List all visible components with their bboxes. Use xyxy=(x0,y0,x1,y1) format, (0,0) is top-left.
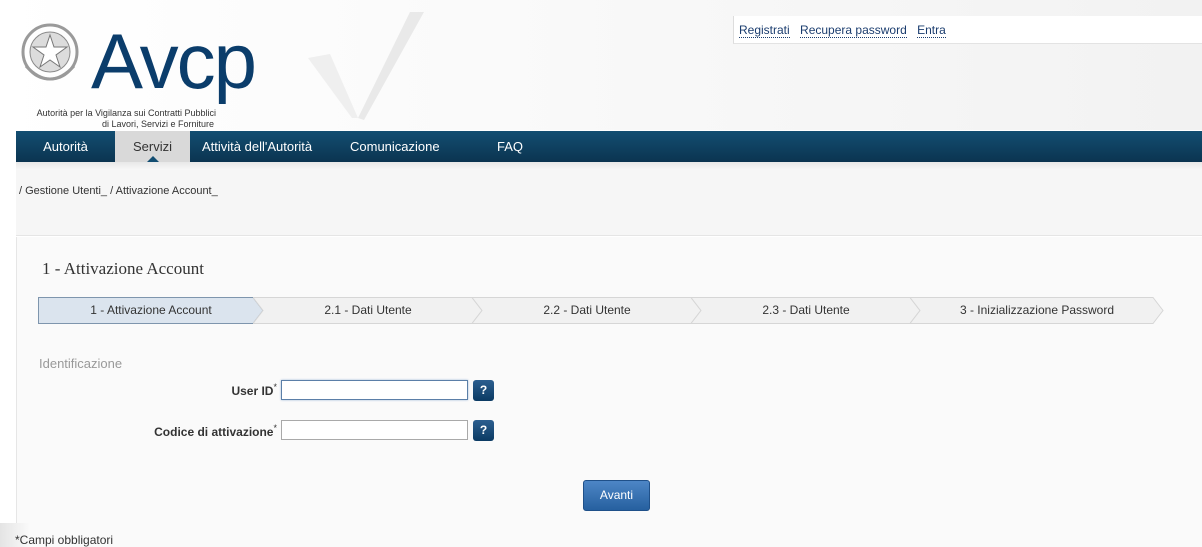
nav-item-attivita[interactable]: Attività dell'Autorità xyxy=(202,131,332,162)
nav-item-faq[interactable]: FAQ xyxy=(497,131,537,162)
user-id-input[interactable] xyxy=(281,380,468,400)
wizard-step-5-label: 3 - Inizializzazione Password xyxy=(959,303,1115,317)
nav-shadow xyxy=(16,162,1202,170)
user-id-help-button[interactable]: ? xyxy=(473,380,494,401)
account-links: Registrati Recupera password Entra xyxy=(733,16,1202,44)
section-title: Identificazione xyxy=(39,356,123,371)
brand-name: Avcp xyxy=(91,17,257,105)
wizard-step-3[interactable]: 2.2 - Dati Utente xyxy=(472,297,702,324)
nav-item-autorita[interactable]: Autorità xyxy=(16,131,115,162)
next-button[interactable]: Avanti xyxy=(583,480,650,511)
register-link[interactable]: Registrati xyxy=(739,23,790,38)
checkmark-watermark-icon xyxy=(308,12,424,120)
wizard-steps: 1 - Attivazione Account 2.1 - Dati Utent… xyxy=(38,297,1164,324)
site-logo[interactable]: Avcp Autorità per la Vigilanza sui Contr… xyxy=(6,17,257,130)
tagline-line-2: di Lavori, Servizi e Forniture xyxy=(101,119,214,129)
wizard-step-3-label: 2.2 - Dati Utente xyxy=(543,303,631,317)
italian-emblem-icon xyxy=(21,23,79,81)
nav-item-comunicazione[interactable]: Comunicazione xyxy=(350,131,470,162)
wizard-step-4-label: 2.3 - Dati Utente xyxy=(762,303,850,317)
wizard-step-2-label: 2.1 - Dati Utente xyxy=(324,303,412,317)
nav-item-servizi[interactable]: Servizi xyxy=(115,131,190,162)
breadcrumb-area xyxy=(16,170,1202,236)
brand-tagline: Autorità per la Vigilanza sui Contratti … xyxy=(6,108,216,130)
main-nav: Autorità Servizi Attività dell'Autorità … xyxy=(16,131,1202,162)
recover-password-link[interactable]: Recupera password xyxy=(800,23,907,38)
activation-code-input[interactable] xyxy=(281,420,468,440)
required-fields-note: *Campi obbligatori xyxy=(15,533,114,547)
activation-code-required-mark: * xyxy=(273,423,277,433)
site-header: Avcp Autorità per la Vigilanza sui Contr… xyxy=(0,0,1202,130)
wizard-step-2[interactable]: 2.1 - Dati Utente xyxy=(253,297,483,324)
breadcrumb: / Gestione Utenti_ / Attivazione Account… xyxy=(19,185,218,197)
wizard-step-5[interactable]: 3 - Inizializzazione Password xyxy=(910,297,1164,324)
page-title: 1 - Attivazione Account xyxy=(42,259,204,278)
user-id-label-text: User ID xyxy=(231,384,274,398)
user-id-required-mark: * xyxy=(273,382,277,392)
tagline-line-1: Autorità per la Vigilanza sui Contratti … xyxy=(36,108,216,118)
login-link[interactable]: Entra xyxy=(917,23,946,38)
user-id-label: User ID* xyxy=(120,382,277,398)
activation-code-help-button[interactable]: ? xyxy=(473,420,494,441)
wizard-step-1[interactable]: 1 - Attivazione Account xyxy=(38,297,264,324)
activation-code-label: Codice di attivazione* xyxy=(100,423,277,439)
activation-code-label-text: Codice di attivazione xyxy=(154,425,274,439)
wizard-step-4[interactable]: 2.3 - Dati Utente xyxy=(691,297,921,324)
wizard-step-1-label: 1 - Attivazione Account xyxy=(90,303,212,317)
